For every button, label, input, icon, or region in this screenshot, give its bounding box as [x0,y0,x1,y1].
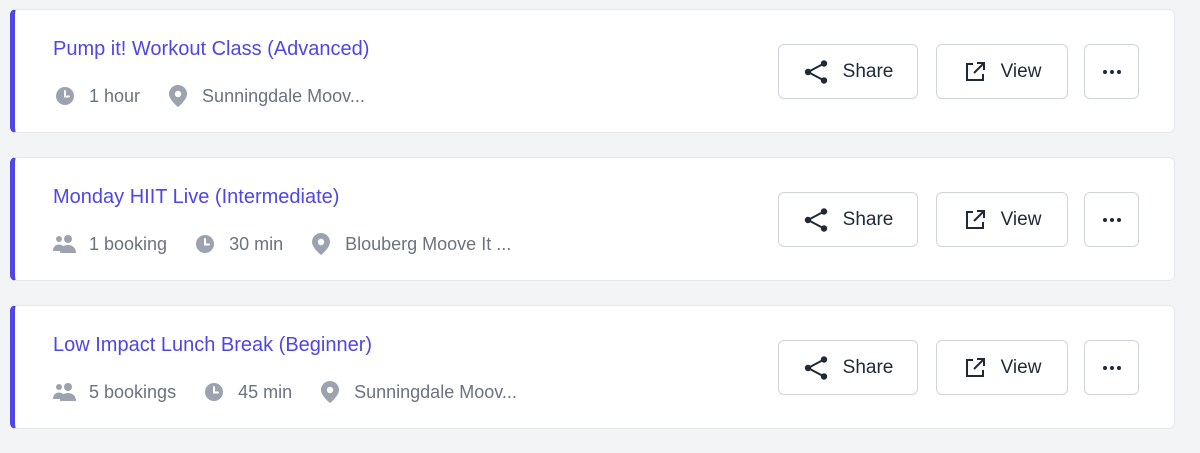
view-button[interactable]: View [936,340,1068,395]
bookings-text: 5 bookings [89,381,177,402]
bookings-text: 1 booking [89,233,168,254]
class-title[interactable]: Pump it! Workout Class (Advanced) [53,38,369,61]
location-text: Sunningdale Moov... [202,85,365,106]
map-pin-icon [318,380,342,404]
share-label: Share [842,60,894,82]
class-meta: 1 booking 30 min Blouberg Moove It ... [53,231,537,257]
location: Sunningdale Moov... [318,380,517,404]
ellipsis-icon [1102,217,1122,223]
external-link-icon [963,208,987,232]
more-options-button[interactable] [1084,192,1139,247]
view-button[interactable]: View [936,44,1068,99]
class-meta: 1 hour Sunningdale Moov... [53,83,391,109]
location: Blouberg Moove It ... [309,232,511,256]
class-card: Monday HIIT Live (Intermediate) 1 bookin… [10,157,1175,281]
ellipsis-icon [1102,365,1122,371]
map-pin-icon [309,232,333,256]
share-button[interactable]: Share [778,44,918,99]
share-label: Share [842,208,894,230]
location: Sunningdale Moov... [166,84,365,108]
duration: 1 hour [53,84,140,108]
class-meta: 5 bookings 45 min Sunningdale Moov... [53,379,543,405]
bookings: 5 bookings [53,380,176,404]
external-link-icon [963,60,987,84]
share-icon [803,355,829,381]
location-text: Sunningdale Moov... [354,381,517,402]
class-card: Pump it! Workout Class (Advanced) 1 hour… [10,9,1175,133]
duration-text: 30 min [229,233,284,254]
duration-text: 45 min [238,381,293,402]
map-pin-icon [166,84,190,108]
clock-icon [193,232,217,256]
users-icon [53,380,77,404]
view-button[interactable]: View [936,192,1068,247]
duration: 45 min [202,380,292,404]
view-label: View [1000,60,1042,82]
view-label: View [1000,208,1042,230]
share-icon [803,207,829,233]
duration: 30 min [193,232,283,256]
duration-text: 1 hour [89,85,141,106]
share-icon [803,59,829,85]
more-options-button[interactable] [1084,44,1139,99]
external-link-icon [963,356,987,380]
clock-icon [53,84,77,108]
ellipsis-icon [1102,69,1122,75]
bookings: 1 booking [53,232,167,256]
clock-icon [202,380,226,404]
class-title[interactable]: Monday HIIT Live (Intermediate) [53,186,339,209]
location-text: Blouberg Moove It ... [345,233,512,254]
class-card: Low Impact Lunch Break (Beginner) 5 book… [10,305,1175,429]
view-label: View [1000,356,1042,378]
share-button[interactable]: Share [778,192,918,247]
more-options-button[interactable] [1084,340,1139,395]
class-title[interactable]: Low Impact Lunch Break (Beginner) [53,334,372,357]
share-label: Share [842,356,894,378]
users-icon [53,232,77,256]
share-button[interactable]: Share [778,340,918,395]
